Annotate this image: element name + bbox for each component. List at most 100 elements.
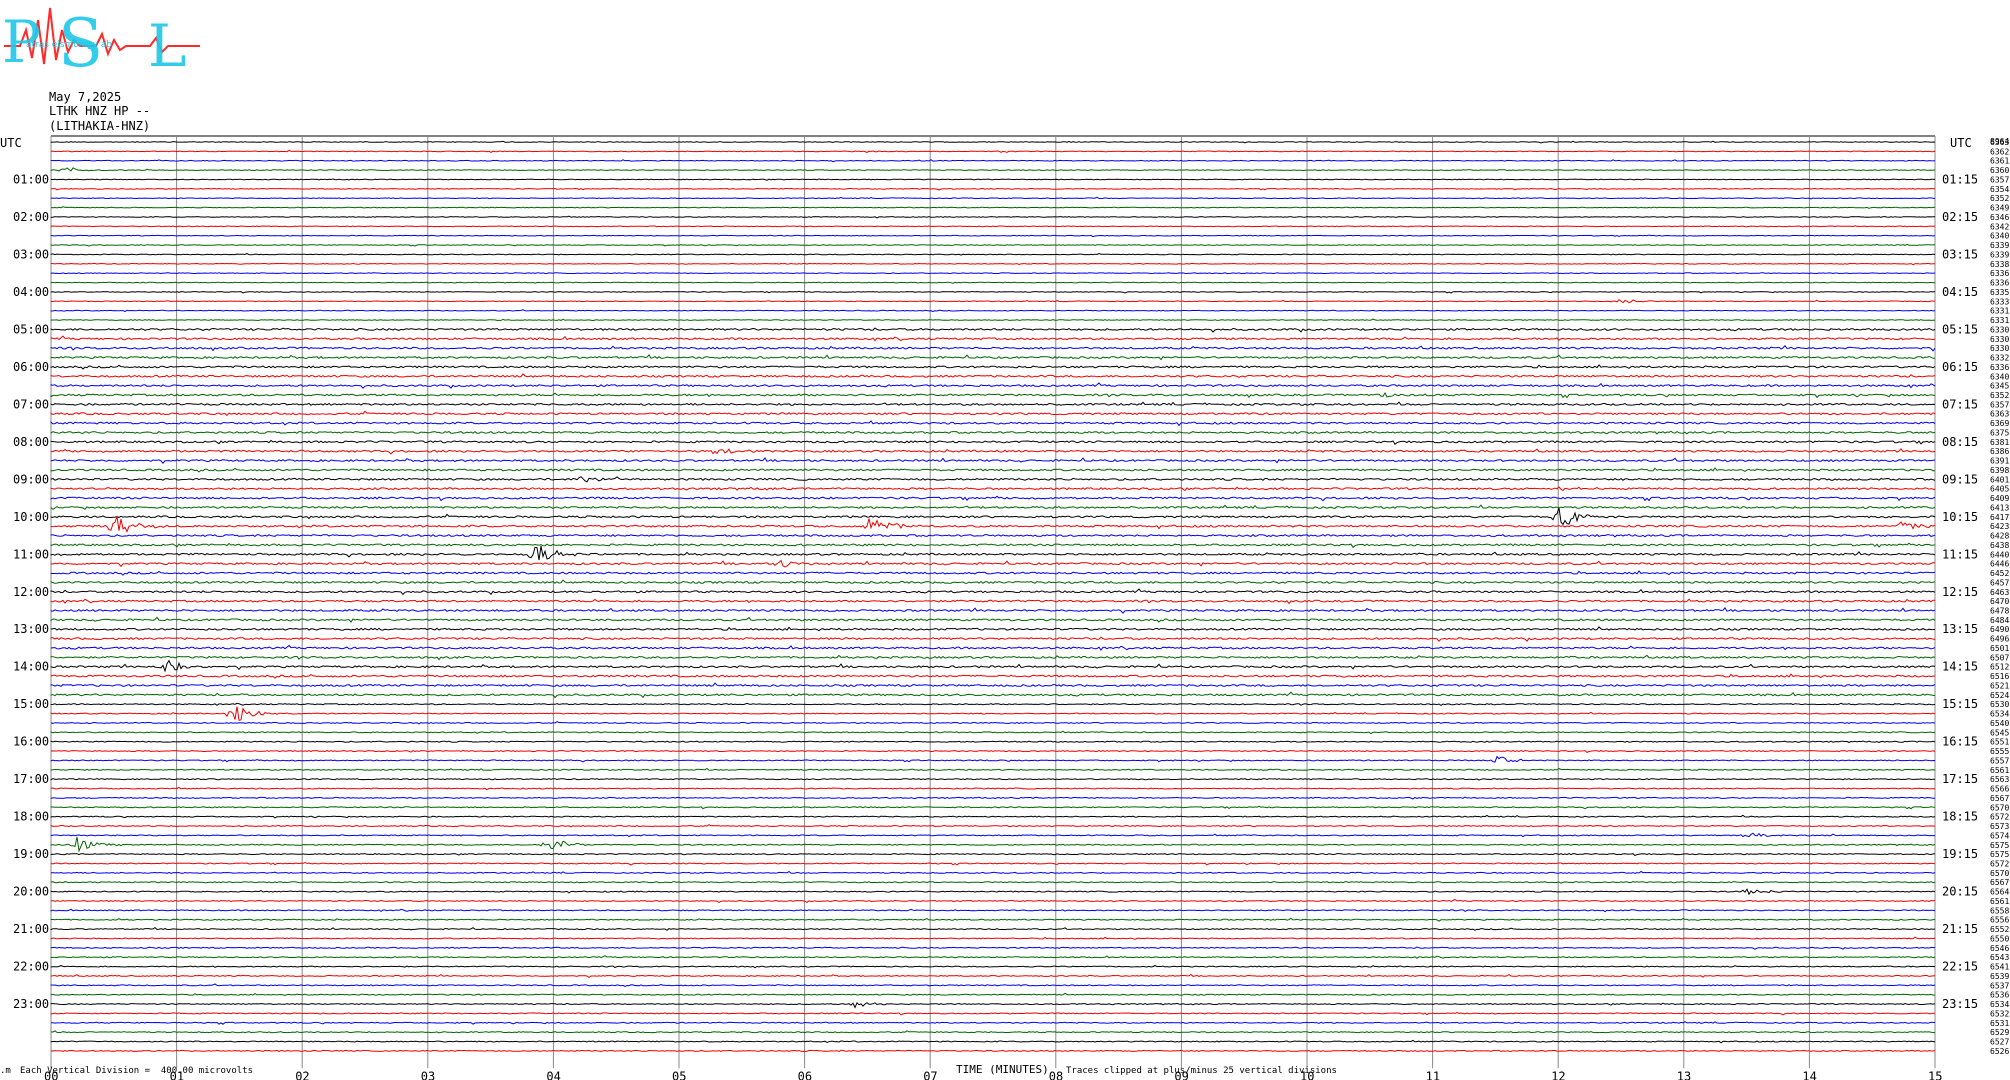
row-count-label: 6352 xyxy=(1990,194,2009,203)
row-count-label: 6512 xyxy=(1990,663,2009,672)
trace-row xyxy=(50,786,1935,791)
trace-row xyxy=(50,682,1936,688)
hour-label-right: 12:15 xyxy=(1942,585,1978,599)
x-tick-label: 11 xyxy=(1426,1069,1440,1080)
hour-label-right: 13:15 xyxy=(1942,622,1978,636)
row-count-label: 6539 xyxy=(1990,972,2009,981)
trace-row xyxy=(50,598,1936,605)
trace-row xyxy=(50,457,1936,464)
hour-label-right: 04:15 xyxy=(1942,285,1978,299)
trace-row xyxy=(50,881,1936,884)
row-count-label: 6381 xyxy=(1990,438,2009,447)
trace-row xyxy=(50,149,1936,153)
trace-row xyxy=(50,559,1935,568)
row-count-label: 6558 xyxy=(1990,906,2009,915)
row-count-label: 6572 xyxy=(1990,859,2009,868)
hour-label-right: 21:15 xyxy=(1942,922,1978,936)
row-count-label: 6534 xyxy=(1990,710,2009,719)
hour-label-right: 02:15 xyxy=(1942,210,1978,224)
row-count-label: 6555 xyxy=(1990,747,2009,756)
trace-row xyxy=(50,167,1936,172)
trace-row xyxy=(50,870,1936,875)
trace-row xyxy=(50,345,1936,352)
row-count-label: 6551 xyxy=(1990,738,2009,747)
hour-label-left: 14:00 xyxy=(13,660,49,674)
row-count-label: 6507 xyxy=(1990,653,2009,662)
trace-row xyxy=(50,1030,1936,1034)
trace-row xyxy=(50,636,1936,642)
row-count-label: 6349 xyxy=(1990,204,2009,213)
trace-row xyxy=(50,917,1935,922)
row-count-label: 6401 xyxy=(1990,475,2009,484)
trace-row xyxy=(50,542,1936,549)
row-count-label: 6567 xyxy=(1990,794,2009,803)
x-tick-label: 02 xyxy=(295,1069,309,1080)
hour-label-left: 15:00 xyxy=(13,697,49,711)
row-count-label: 6346 xyxy=(1990,213,2009,222)
trace-row xyxy=(50,814,1936,819)
trace-row xyxy=(50,420,1936,427)
trace-row xyxy=(50,504,1936,510)
x-axis-label: TIME (MINUTES) xyxy=(956,1063,1049,1076)
row-count-label: 6546 xyxy=(1990,944,2009,953)
hour-label-left: 11:00 xyxy=(13,547,49,561)
row-count-label: 6345 xyxy=(1990,382,2009,391)
row-count-label: 6470 xyxy=(1990,597,2009,606)
helicorder-plot: UTC UTC 8964 00 01 02 03 04 05 06 07 08 09 10 11 12 1… xyxy=(0,135,2009,1080)
row-count-label: 6362 xyxy=(1990,147,2009,156)
row-count-label: 6575 xyxy=(1990,850,2009,859)
row-count-label: 6564 xyxy=(1990,888,2009,897)
row-count-label: 6413 xyxy=(1990,503,2009,512)
trace-row xyxy=(50,730,1936,735)
trace-row xyxy=(50,659,1936,673)
trace-row xyxy=(50,955,1936,959)
row-count-label: 6463 xyxy=(1990,588,2009,597)
trace-row xyxy=(50,702,1936,707)
hour-label-left: 12:00 xyxy=(13,585,49,599)
trace-row xyxy=(50,215,1935,219)
hour-label-right: 18:15 xyxy=(1942,810,1978,824)
trace-row xyxy=(50,767,1936,772)
row-count-label: 6531 xyxy=(1990,1019,2009,1028)
trace-row xyxy=(50,140,1936,144)
trace-row xyxy=(50,946,1936,950)
hour-label-right: 08:15 xyxy=(1942,435,1978,449)
trace-row xyxy=(50,964,1936,969)
trace-row xyxy=(50,467,1936,473)
hour-label-left: 22:00 xyxy=(13,960,49,974)
row-count-label: 6375 xyxy=(1990,428,2009,437)
trace-row xyxy=(50,486,1936,492)
row-count-label: 6574 xyxy=(1990,831,2009,840)
row-count-label: 6556 xyxy=(1990,916,2009,925)
trace-row xyxy=(50,926,1936,931)
row-count-label: 6340 xyxy=(1990,372,2009,381)
row-count-label: 6536 xyxy=(1990,991,2009,1000)
row-count-label: 6331 xyxy=(1990,316,2009,325)
row-count-label: 6561 xyxy=(1990,766,2009,775)
row-count-label: 6357 xyxy=(1990,400,2009,409)
x-tick-label: 15 xyxy=(1928,1069,1942,1080)
hour-label-right: 15:15 xyxy=(1942,697,1978,711)
row-count-label: 6340 xyxy=(1990,232,2009,241)
row-count-label: 6527 xyxy=(1990,1038,2009,1047)
trace-row xyxy=(50,824,1936,828)
x-tick-label: 04 xyxy=(546,1069,560,1080)
trace-row xyxy=(50,225,1936,228)
trace-row xyxy=(50,196,1936,200)
row-count-label: 6330 xyxy=(1990,335,2009,344)
hour-label-right: 22:15 xyxy=(1942,960,1978,974)
hour-label-left: 23:00 xyxy=(13,997,49,1011)
trace-row xyxy=(50,992,1935,997)
row-count-label: 6561 xyxy=(1990,897,2009,906)
trace-row xyxy=(50,570,1936,576)
trace-row xyxy=(50,861,1936,866)
row-count-label: 6516 xyxy=(1990,672,2009,681)
row-count-label: 6540 xyxy=(1990,719,2009,728)
row-count-label: 6534 xyxy=(1990,1000,2009,1009)
row-count-label: 6567 xyxy=(1990,878,2009,887)
x-tick-label: 12 xyxy=(1551,1069,1565,1080)
trace-row xyxy=(50,755,1936,763)
trace-row xyxy=(50,579,1936,584)
trace-row xyxy=(50,936,1936,940)
trace-row xyxy=(50,691,1936,699)
